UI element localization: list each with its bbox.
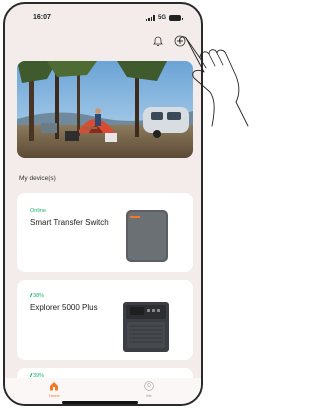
- status-time: 16:07: [33, 14, 51, 21]
- network-type: 5G: [157, 15, 166, 21]
- tab-home[interactable]: Home: [49, 381, 60, 398]
- charging-icon: //: [30, 293, 32, 299]
- tab-me-label: Me: [146, 393, 152, 398]
- status-bar: 16:07 5G: [5, 4, 201, 26]
- app-screenshot: 16:07 5G My device(s) Online Smart Trans…: [0, 0, 256, 409]
- tab-home-label: Home: [49, 393, 60, 398]
- status-indicators: 5G: [145, 14, 183, 22]
- my-devices-heading: My device(s): [19, 175, 56, 182]
- user-icon: [144, 381, 154, 391]
- hero-banner-image[interactable]: [17, 61, 193, 158]
- battery-icon: [169, 15, 183, 21]
- phone-frame: 16:07 5G My device(s) Online Smart Trans…: [3, 2, 203, 406]
- device-status-text: Online: [30, 208, 46, 214]
- device-card-smart-transfer-switch[interactable]: Online Smart Transfer Switch: [17, 193, 193, 272]
- device-status: Online: [30, 208, 46, 214]
- pointing-hand-illustration: [179, 36, 249, 127]
- home-indicator: [62, 401, 138, 404]
- explorer-5000-plus-image: [123, 302, 169, 352]
- device-name: Explorer 5000 Plus: [30, 303, 98, 312]
- device-battery-text: 38%: [33, 293, 45, 299]
- smart-transfer-switch-image: [126, 210, 168, 262]
- home-icon: [50, 382, 59, 391]
- campsite-photo: [17, 61, 193, 158]
- device-name: Smart Transfer Switch: [30, 218, 109, 227]
- bell-icon[interactable]: [151, 34, 165, 48]
- device-battery: // 38%: [30, 293, 44, 299]
- signal-icon: [145, 15, 155, 21]
- device-card-explorer-5000-plus[interactable]: // 38% Explorer 5000 Plus: [17, 280, 193, 360]
- tab-me[interactable]: Me: [144, 381, 154, 398]
